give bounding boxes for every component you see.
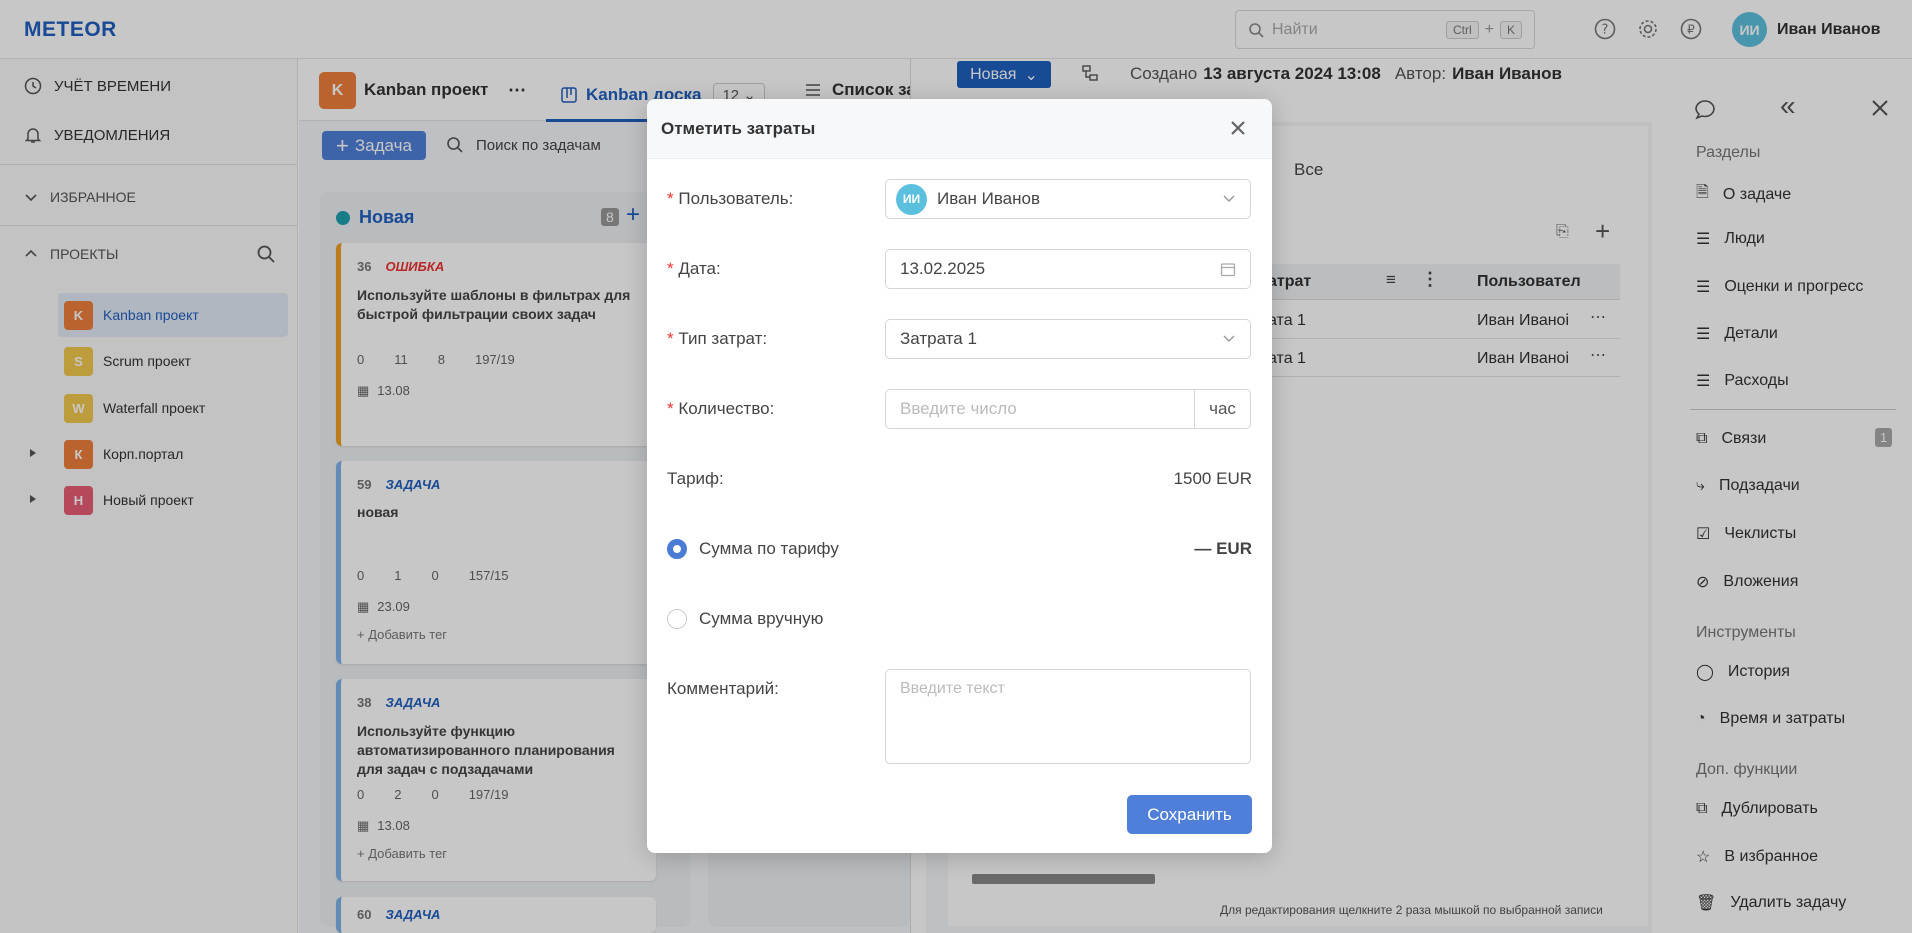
- rate-label: Тариф:: [667, 469, 724, 488]
- sum-by-rate-value: — EUR: [1194, 539, 1252, 558]
- comment-placeholder: Введите текст: [900, 680, 1005, 697]
- chevron-down-icon: [1222, 334, 1236, 344]
- cost-type-label: * Тип затрат:: [667, 329, 768, 348]
- comment-label: Комментарий:: [667, 679, 779, 698]
- dialog-header: Отметить затраты: [647, 99, 1272, 159]
- quantity-unit: час: [1194, 390, 1250, 428]
- date-label: * Дата:: [667, 259, 721, 278]
- user-value: Иван Иванов: [937, 189, 1041, 208]
- sum-manual-radio[interactable]: Сумма вручную: [667, 609, 823, 629]
- user-label: * Пользователь:: [667, 189, 794, 208]
- rate-value: 1500 EUR: [1173, 469, 1252, 488]
- cost-type-value: Затрата 1: [900, 329, 977, 348]
- comment-textarea[interactable]: Введите текст: [885, 669, 1251, 764]
- sum-manual-label: Сумма вручную: [699, 609, 824, 628]
- radio-selected[interactable]: [667, 539, 687, 559]
- quantity-field: Введите число час: [885, 389, 1251, 429]
- avatar: ИИ: [896, 183, 927, 215]
- sum-by-rate-radio[interactable]: Сумма по тарифу: [667, 539, 839, 559]
- quantity-input[interactable]: Введите число: [886, 399, 1194, 419]
- save-button[interactable]: Сохранить: [1127, 795, 1252, 834]
- date-field[interactable]: 13.02.2025: [885, 249, 1251, 289]
- date-value: 13.02.2025: [900, 259, 986, 278]
- radio-unselected[interactable]: [667, 609, 687, 629]
- calendar-icon[interactable]: [1220, 261, 1236, 277]
- record-costs-dialog: Отметить затраты * Пользователь: ИИ Иван…: [647, 99, 1272, 853]
- user-select[interactable]: ИИ Иван Иванов: [885, 179, 1251, 219]
- sum-by-rate-label: Сумма по тарифу: [699, 539, 839, 558]
- close-icon[interactable]: [1230, 120, 1246, 136]
- cost-type-select[interactable]: Затрата 1: [885, 319, 1251, 359]
- dialog-title: Отметить затраты: [661, 119, 816, 138]
- quantity-label: * Количество:: [667, 399, 775, 418]
- chevron-down-icon: [1222, 194, 1236, 204]
